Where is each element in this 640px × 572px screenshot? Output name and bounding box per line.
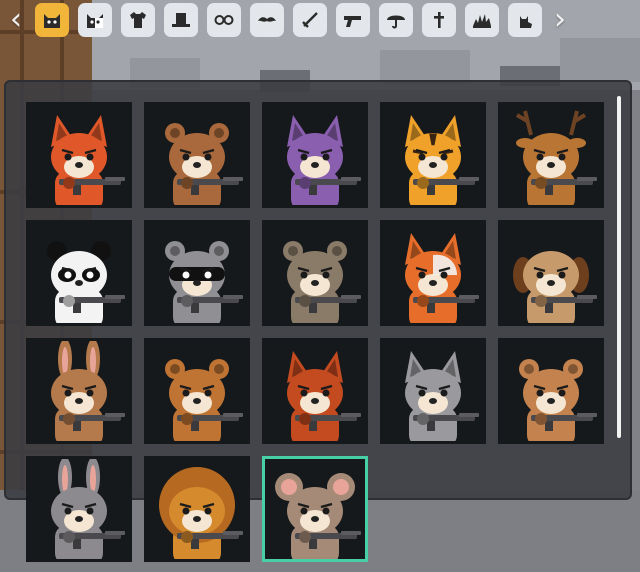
red-panda-icon xyxy=(287,351,361,441)
sword-icon xyxy=(302,12,318,28)
fox-icon xyxy=(51,115,125,205)
tab-explosion[interactable] xyxy=(465,3,499,37)
bunny-icon xyxy=(51,341,125,441)
shirt-icon xyxy=(130,12,146,28)
husky-icon xyxy=(405,351,479,441)
panda-icon xyxy=(47,241,125,323)
tab-top-hat[interactable] xyxy=(164,3,198,37)
lion-icon xyxy=(159,467,243,559)
character-card-raccoon[interactable] xyxy=(144,220,250,326)
tab-gravestone[interactable] xyxy=(422,3,456,37)
character-card-fox[interactable] xyxy=(26,102,132,208)
character-card-wolf[interactable] xyxy=(262,102,368,208)
character-card-bear[interactable] xyxy=(144,102,250,208)
mouse-icon xyxy=(275,473,361,559)
mustache-icon xyxy=(258,17,276,22)
stone-block xyxy=(380,50,470,84)
panel-scrollbar[interactable] xyxy=(617,96,621,438)
top-hat-icon xyxy=(172,13,190,27)
bear-icon xyxy=(165,123,243,205)
character-card-deer[interactable] xyxy=(498,102,604,208)
character-card-panda[interactable] xyxy=(26,220,132,326)
raccoon-icon xyxy=(165,241,243,323)
calico-cat-icon xyxy=(405,233,479,323)
sloth-icon xyxy=(283,241,361,323)
explosion-icon xyxy=(473,14,491,28)
cat-pose-icon xyxy=(520,16,532,28)
tab-pistol[interactable] xyxy=(336,3,370,37)
character-card-lion[interactable] xyxy=(144,456,250,562)
character-card-bunny[interactable] xyxy=(26,338,132,444)
wolf-icon xyxy=(287,115,361,205)
deer-icon xyxy=(515,110,597,205)
chevron-right-icon[interactable]: › xyxy=(547,4,573,38)
character-card-sloth[interactable] xyxy=(262,220,368,326)
tab-shirt[interactable] xyxy=(121,3,155,37)
tab-cat-pose[interactable] xyxy=(508,3,542,37)
character-card-beagle[interactable] xyxy=(498,220,604,326)
character-card-donkey[interactable] xyxy=(26,456,132,562)
character-card-mouse[interactable] xyxy=(262,456,368,562)
beagle-icon xyxy=(513,251,597,323)
tab-sword[interactable] xyxy=(293,3,327,37)
tab-cat-face-alt[interactable] xyxy=(78,3,112,37)
character-panel xyxy=(4,80,632,562)
tab-mustache[interactable] xyxy=(250,3,284,37)
donkey-icon xyxy=(51,459,125,559)
tiger-icon xyxy=(405,115,479,205)
category-bar: ‹ › xyxy=(0,0,640,42)
stone-block xyxy=(560,38,640,82)
monkey-icon xyxy=(165,359,243,441)
cat-face-icon xyxy=(44,14,60,28)
character-card-calico-cat[interactable] xyxy=(380,220,486,326)
umbrella-icon xyxy=(387,15,405,29)
character-grid xyxy=(26,102,626,572)
character-card-husky[interactable] xyxy=(380,338,486,444)
tab-cat-face[interactable] xyxy=(35,3,69,37)
pistol-icon xyxy=(344,16,361,27)
cat-face-alt-icon xyxy=(87,14,103,28)
glasses-icon xyxy=(214,15,234,25)
character-card-capybara[interactable] xyxy=(498,338,604,444)
chevron-left-icon[interactable]: ‹ xyxy=(3,4,29,38)
tab-umbrella[interactable] xyxy=(379,3,413,37)
gravestone-icon xyxy=(434,12,444,28)
character-card-tiger[interactable] xyxy=(380,102,486,208)
character-card-red-panda[interactable] xyxy=(262,338,368,444)
character-card-monkey[interactable] xyxy=(144,338,250,444)
tab-glasses[interactable] xyxy=(207,3,241,37)
capybara-icon xyxy=(519,359,597,441)
